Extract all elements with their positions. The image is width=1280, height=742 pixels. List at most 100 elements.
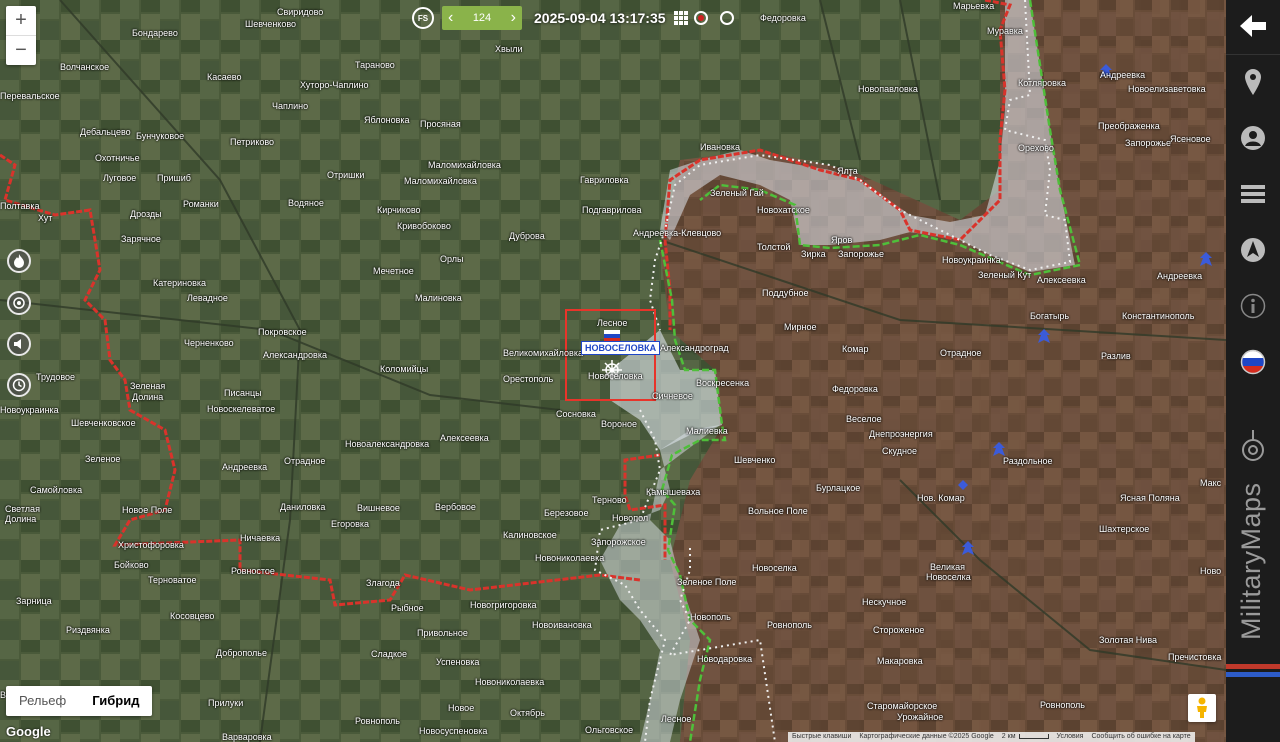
place-label: Марьевка bbox=[953, 1, 995, 11]
menu-button[interactable] bbox=[1226, 174, 1280, 214]
place-label: Шевченковское bbox=[71, 418, 136, 428]
place-label: Даниловка bbox=[280, 502, 326, 512]
place-label: Старомайорское bbox=[867, 701, 938, 711]
place-label: Новоукраинка bbox=[0, 405, 59, 415]
place-label: Неcкучное bbox=[862, 597, 907, 607]
place-label: Хуторо-Чаплино bbox=[300, 80, 369, 90]
clock-icon bbox=[12, 378, 26, 392]
place-label: Шевченково bbox=[245, 19, 297, 29]
place-label: Рыбное bbox=[391, 603, 424, 613]
info-button[interactable] bbox=[1226, 286, 1280, 326]
refresh-button[interactable]: FS bbox=[412, 7, 434, 29]
compass-icon bbox=[1241, 238, 1265, 262]
place-label: Привольное bbox=[417, 628, 468, 638]
place-label: Орестополь bbox=[503, 374, 554, 384]
selected-place-label[interactable]: НОВОСЕЛОВКА bbox=[581, 341, 661, 355]
place-label: Зеленое Поле bbox=[677, 577, 737, 587]
brand-logo: MilitaryMaps bbox=[1236, 482, 1266, 640]
fire-icon bbox=[14, 254, 24, 268]
place-label: Ровностое bbox=[231, 566, 275, 576]
place-label: Тарaново bbox=[355, 60, 395, 70]
place-label: Новоелизаветовка bbox=[1128, 84, 1206, 94]
place-label: Кирчиково bbox=[377, 205, 421, 215]
street-view-button[interactable] bbox=[1188, 694, 1216, 722]
fire-layer-button[interactable] bbox=[7, 249, 31, 273]
place-label: Маломихайловка bbox=[428, 160, 501, 170]
place-label: Полтавка bbox=[0, 201, 40, 211]
place-label: Воскресенка bbox=[696, 378, 750, 388]
back-button[interactable] bbox=[1226, 6, 1280, 46]
keyboard-shortcuts-link[interactable]: Быстрые клавиши bbox=[788, 732, 855, 742]
speaker-icon bbox=[14, 339, 21, 349]
place-label: Калиновское bbox=[503, 530, 557, 540]
history-button[interactable] bbox=[7, 373, 31, 397]
map-type-control: Рельеф Гибрид bbox=[6, 686, 153, 716]
place-label: Левадное bbox=[187, 293, 228, 303]
search-icon[interactable] bbox=[719, 11, 734, 25]
language-button[interactable] bbox=[1226, 342, 1280, 382]
place-label: Черненково bbox=[184, 338, 234, 348]
place-label: Новогригоровка bbox=[470, 600, 537, 610]
navigation-button[interactable] bbox=[1226, 230, 1280, 270]
place-label: Петриково bbox=[230, 137, 275, 147]
satellite-button[interactable] bbox=[1226, 426, 1280, 466]
place-label: Сладкое bbox=[371, 649, 408, 659]
place-label: Ровнополь bbox=[767, 620, 812, 630]
place-label: Дрозды bbox=[130, 209, 162, 219]
zoom-out-button[interactable]: − bbox=[6, 35, 36, 65]
place-label: Терноватое bbox=[148, 575, 197, 585]
place-label: Дебальцево bbox=[80, 127, 131, 137]
place-label: Перевальское bbox=[0, 91, 60, 101]
hybrid-button[interactable]: Гибрид bbox=[79, 686, 152, 716]
map-canvas[interactable]: Свиридово Шевченково Бондарево Хвыли Федоров… bbox=[0, 0, 1226, 742]
place-label: Котляровка bbox=[1018, 78, 1067, 88]
place-label: Золотая Нива bbox=[1099, 635, 1158, 645]
place-label: Ясеновое bbox=[1170, 134, 1211, 144]
grid-icon[interactable] bbox=[673, 11, 688, 25]
place-label: Яров bbox=[831, 235, 853, 245]
place-label: Ново bbox=[1200, 566, 1222, 576]
place-label: Преображенка bbox=[1098, 121, 1160, 131]
place-label: Доброполье bbox=[216, 648, 267, 658]
timeline-bar: FS ‹ 124 › 2025-09-04 13:17:35 bbox=[412, 5, 734, 31]
place-label: Андреевка bbox=[1100, 70, 1146, 80]
profile-button[interactable] bbox=[1226, 118, 1280, 158]
place-label: Октябрь bbox=[510, 708, 545, 718]
place-label: Отрадное bbox=[940, 348, 982, 358]
place-label: Бондарево bbox=[132, 28, 178, 38]
place-label: Андреевка bbox=[1157, 271, 1203, 281]
place-label: Зеленая bbox=[130, 381, 166, 391]
location-pin-icon bbox=[1245, 69, 1261, 95]
place-label: Камышеваха bbox=[646, 487, 701, 497]
google-logo: Google bbox=[6, 724, 51, 739]
place-label: Ялта bbox=[837, 166, 858, 176]
place-label: Водяное bbox=[288, 198, 324, 208]
place-label: Отрадное bbox=[284, 456, 326, 466]
place-label: Богатырь bbox=[1030, 311, 1070, 321]
place-label: Федоровка bbox=[832, 384, 878, 394]
record-icon[interactable] bbox=[693, 11, 708, 25]
place-label: Терново bbox=[592, 495, 627, 505]
flag-stripe-red bbox=[1226, 664, 1280, 669]
report-error-link[interactable]: Сообщить об ошибке на карте bbox=[1087, 732, 1194, 742]
place-label: Покровское bbox=[258, 327, 307, 337]
place-label: Шахтерское bbox=[1099, 524, 1150, 534]
zoom-in-button[interactable]: + bbox=[6, 6, 36, 35]
place-label: Новоукраинка bbox=[942, 255, 1001, 265]
place-label: Скудное bbox=[882, 446, 917, 456]
place-label: Стороженое bbox=[873, 625, 925, 635]
target-layer-button[interactable] bbox=[7, 291, 31, 315]
sound-button[interactable] bbox=[7, 332, 31, 356]
place-label: Касаево bbox=[207, 72, 242, 82]
next-button[interactable]: › bbox=[511, 9, 516, 27]
scale-bar[interactable]: 2 км bbox=[998, 732, 1053, 742]
satellite-icon bbox=[1242, 430, 1264, 461]
location-button[interactable] bbox=[1226, 62, 1280, 102]
place-label: Писанцы bbox=[224, 388, 262, 398]
place-label: Катериновка bbox=[153, 278, 207, 288]
prev-button[interactable]: ‹ bbox=[448, 9, 453, 27]
terrain-button[interactable]: Рельеф bbox=[6, 686, 79, 716]
map-data-attribution: Картографические данные ©2025 Google bbox=[859, 733, 994, 740]
place-label: Луговое bbox=[103, 173, 137, 183]
terms-link[interactable]: Условия bbox=[1053, 732, 1088, 742]
